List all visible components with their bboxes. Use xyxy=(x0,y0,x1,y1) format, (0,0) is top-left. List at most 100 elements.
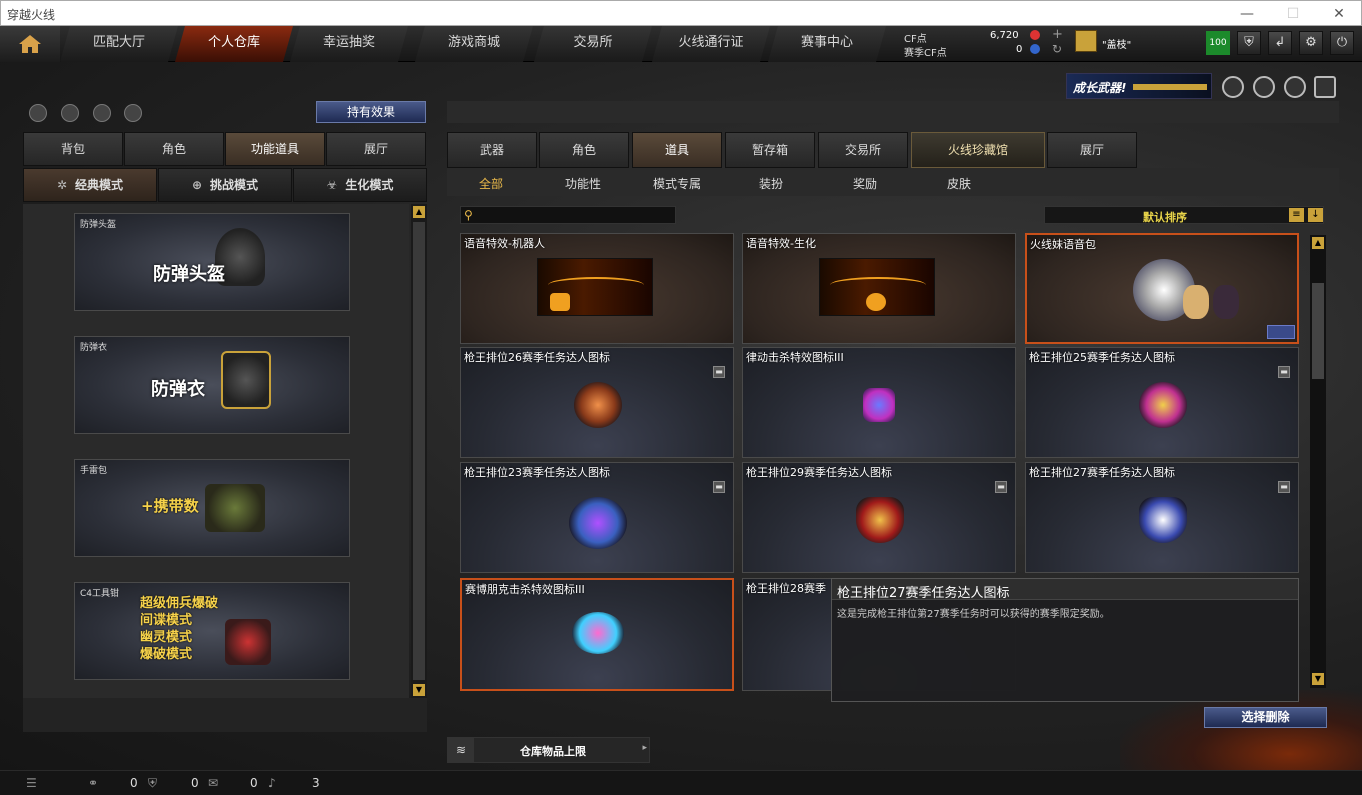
tab-showroom[interactable]: 展厅 xyxy=(326,132,426,166)
sort-dropdown[interactable]: 默认排序 ≡ ↓ xyxy=(1044,206,1324,224)
growth-weapon-banner[interactable]: 成长武器! xyxy=(1066,73,1212,99)
decorative-fire xyxy=(1120,690,1362,770)
trash-icon[interactable]: ▬ xyxy=(995,481,1007,493)
person-icon[interactable] xyxy=(93,104,111,122)
list-icon[interactable]: ☰ xyxy=(26,776,37,790)
item-card[interactable]: 枪王排位23赛季任务达人图标 ▬ xyxy=(460,462,734,573)
item-grenade-pack[interactable]: 手雷包 +携带数 xyxy=(74,459,350,557)
close-button[interactable]: ✕ xyxy=(1319,3,1359,25)
held-effect-button[interactable]: 持有效果 xyxy=(316,101,426,123)
left-scrollbar[interactable]: ▲ ▼ xyxy=(411,204,427,698)
right-scrollbar[interactable]: ▲ ▼ xyxy=(1310,235,1326,688)
rank-badge-icon[interactable] xyxy=(1075,30,1097,52)
rtab-exchange[interactable]: 交易所 xyxy=(818,132,908,168)
subtab-dress[interactable]: 装扮 xyxy=(759,175,783,192)
rtab-items[interactable]: 道具 xyxy=(632,132,722,168)
trash-icon[interactable]: ▬ xyxy=(1278,481,1290,493)
tab-role[interactable]: 角色 xyxy=(124,132,224,166)
trash-icon[interactable]: ▬ xyxy=(1278,366,1290,378)
character-icon xyxy=(1183,285,1209,319)
gun-icon xyxy=(1133,84,1207,90)
level-badge[interactable]: 100 xyxy=(1206,31,1230,55)
status-value-3: 0 xyxy=(250,776,258,790)
item-card[interactable]: 律动击杀特效图标III xyxy=(742,347,1016,458)
list-icon[interactable]: ≡ xyxy=(1289,208,1304,222)
nav-tab-shop[interactable]: 游戏商城 xyxy=(415,26,533,62)
scroll-up-icon[interactable]: ▲ xyxy=(1312,237,1324,249)
item-card[interactable]: 语音特效-生化 xyxy=(742,233,1016,344)
add-icon[interactable]: + xyxy=(1052,27,1063,42)
event-icon-4[interactable] xyxy=(1314,76,1336,98)
subtab-functional[interactable]: 功能性 xyxy=(565,175,601,192)
hand-icon[interactable] xyxy=(124,104,142,122)
nav-tab-pass[interactable]: 火线通行证 xyxy=(652,26,770,62)
item-card[interactable]: 赛博朋克击杀特效图标III xyxy=(460,578,734,691)
refresh-icon[interactable]: ↻ xyxy=(1052,42,1062,56)
item-c4-pliers[interactable]: C4工具钳 超级佣兵爆破 间谍模式 幽灵模式 爆破模式 xyxy=(74,582,350,680)
event-icon-2[interactable] xyxy=(1253,76,1275,98)
item-helmet[interactable]: 防弹头盔 防弹头盔 xyxy=(74,213,350,311)
scroll-thumb[interactable] xyxy=(413,222,425,680)
capacity-dropdown[interactable]: ≋ 仓库物品上限 ▸ xyxy=(447,737,650,763)
scroll-up-icon[interactable]: ▲ xyxy=(413,206,425,218)
card-name: 枪王排位27赛季任务达人图标 xyxy=(1029,466,1175,479)
sort-down-icon[interactable]: ↓ xyxy=(1308,208,1323,222)
tab-function-items[interactable]: 功能道具 xyxy=(225,132,325,166)
shield-status-icon[interactable]: ⛨ xyxy=(148,776,157,791)
item-card[interactable]: 枪王排位29赛季任务达人图标 ▬ xyxy=(742,462,1016,573)
subtab-reward[interactable]: 奖励 xyxy=(853,175,877,192)
event-icon-1[interactable] xyxy=(1222,76,1244,98)
rtab-weapons[interactable]: 武器 xyxy=(447,132,537,168)
rtab-collection[interactable]: 火线珍藏馆 xyxy=(911,132,1045,168)
item-card[interactable]: 枪王排位27赛季任务达人图标 ▬ xyxy=(1025,462,1299,573)
mode-challenge[interactable]: ⊕ 挑战模式 xyxy=(158,168,292,202)
item-card[interactable]: 枪王排位26赛季任务达人图标 ▬ xyxy=(460,347,734,458)
trophy-badge-icon xyxy=(1139,497,1187,543)
chat-icon[interactable]: ✉ xyxy=(208,776,218,790)
stats-icon[interactable] xyxy=(29,104,47,122)
scroll-down-icon[interactable]: ▼ xyxy=(1312,673,1324,685)
trash-icon[interactable]: ▬ xyxy=(713,366,725,378)
nav-tab-lottery[interactable]: 幸运抽奖 xyxy=(290,26,408,62)
power-icon[interactable]: ⏻ xyxy=(1330,31,1354,55)
nav-tab-exchange[interactable]: 交易所 xyxy=(534,26,652,62)
maximize-button[interactable]: ☐ xyxy=(1273,3,1313,25)
return-icon[interactable]: ↲ xyxy=(1268,31,1292,55)
nav-tab-warehouse[interactable]: 个人仓库 xyxy=(175,26,293,62)
trophy-badge-icon xyxy=(569,497,627,549)
left-panel: 背包 角色 功能道具 展厅 ✲ 经典模式 ⊕ 挑战模式 ☣ 生化模式 防弹头盔 防弹头… xyxy=(23,132,427,732)
rtab-storage[interactable]: 暂存箱 xyxy=(725,132,815,168)
event-icon-3[interactable] xyxy=(1284,76,1306,98)
subtab-all[interactable]: 全部 xyxy=(479,175,503,192)
rtab-showroom[interactable]: 展厅 xyxy=(1047,132,1137,168)
item-card[interactable]: 火线妹语音包 xyxy=(1025,233,1299,344)
binoculars-icon[interactable]: ⚭ xyxy=(88,776,98,790)
speaker-icon[interactable]: ♪ xyxy=(268,776,276,790)
eye-icon[interactable] xyxy=(61,104,79,122)
home-button[interactable] xyxy=(0,26,60,62)
gear-icon[interactable]: ⚙ xyxy=(1299,31,1323,55)
nav-tab-match-lobby[interactable]: 匹配大厅 xyxy=(60,26,178,62)
subtab-mode-exclusive[interactable]: 模式专属 xyxy=(653,175,701,192)
tab-bag[interactable]: 背包 xyxy=(23,132,123,166)
card-name: 语音特效-机器人 xyxy=(464,237,545,250)
trash-icon[interactable]: ▬ xyxy=(713,481,725,493)
item-card[interactable]: 枪王排位25赛季任务达人图标 ▬ xyxy=(1025,347,1299,458)
item-card[interactable]: 语音特效-机器人 xyxy=(460,233,734,344)
subtab-skin[interactable]: 皮肤 xyxy=(947,175,971,192)
nav-tab-events[interactable]: 赛事中心 xyxy=(768,26,886,62)
top-nav: 匹配大厅 个人仓库 幸运抽奖 游戏商城 交易所 火线通行证 赛事中心 CF点 赛… xyxy=(0,26,1362,62)
season-cf-label: 赛季CF点 xyxy=(904,48,947,59)
mode-classic[interactable]: ✲ 经典模式 xyxy=(23,168,157,202)
scroll-thumb[interactable] xyxy=(1312,283,1324,379)
item-vest[interactable]: 防弹衣 防弹衣 xyxy=(74,336,350,434)
scroll-down-icon[interactable]: ▼ xyxy=(413,684,425,696)
left-footer-bar xyxy=(23,698,427,732)
minimize-button[interactable]: — xyxy=(1227,3,1267,25)
shield-icon[interactable]: ⛨ xyxy=(1237,31,1261,55)
rtab-roles[interactable]: 角色 xyxy=(539,132,629,168)
robot-voice-icon xyxy=(537,258,653,316)
mode-biochem[interactable]: ☣ 生化模式 xyxy=(293,168,427,202)
select-delete-button[interactable]: 选择删除 xyxy=(1204,707,1327,728)
search-input[interactable]: ⚲ xyxy=(460,206,676,224)
